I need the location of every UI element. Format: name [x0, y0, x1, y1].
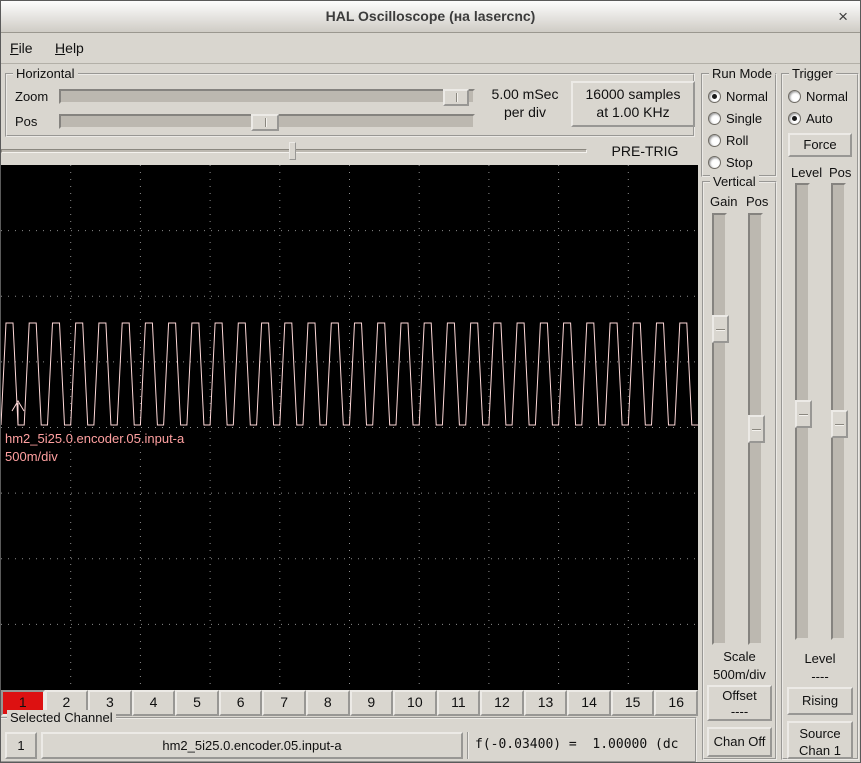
source-button[interactable]: Source Chan 1 [787, 721, 853, 759]
channel-button-14[interactable]: 14 [567, 690, 611, 716]
radio-label: Single [726, 111, 763, 126]
gain-slider-handle[interactable] [712, 315, 729, 343]
force-button[interactable]: Force [788, 133, 852, 157]
channel-button-9[interactable]: 9 [349, 690, 394, 716]
pos-slider-handle[interactable] [251, 114, 279, 131]
level-value: ---- [811, 669, 829, 684]
channel-button-7[interactable]: 7 [262, 690, 306, 716]
scope-channel-scale: 500m/div [5, 449, 58, 464]
radio-label: Roll [726, 133, 749, 148]
trigger-level-slider-handle[interactable] [795, 400, 812, 428]
zoom-slider-handle[interactable] [443, 89, 469, 106]
runmode-radio-normal[interactable]: Normal [708, 89, 768, 104]
scope-display: hm2_5i25.0.encoder.05.input-a 500m/div [1, 165, 698, 690]
vertical-frame-label: Vertical [710, 174, 759, 189]
chan-off-button[interactable]: Chan Off [707, 727, 772, 757]
gain-slider[interactable] [712, 213, 729, 645]
vertical-pos-slider-handle[interactable] [748, 415, 765, 443]
channel-button-15[interactable]: 15 [610, 690, 655, 716]
titlebar: HAL Oscilloscope (на lasercnc) × [1, 1, 860, 33]
time-per-div: 5.00 mSec per div [481, 83, 569, 121]
radio-label: Auto [806, 111, 833, 126]
trigger-pos-slider-handle[interactable] [831, 410, 848, 438]
trigger-radio-normal[interactable]: Normal [788, 89, 848, 104]
runmode-radio-stop[interactable]: Stop [708, 155, 753, 170]
radio-icon[interactable] [708, 112, 721, 125]
radio-icon[interactable] [788, 112, 801, 125]
horizontal-frame: Horizontal Zoom Pos 5.00 mSec per div 16… [5, 66, 695, 137]
close-icon[interactable]: × [838, 1, 848, 32]
zoom-label: Zoom [15, 89, 49, 104]
samples-line1: 16000 samples [585, 86, 681, 102]
radio-icon[interactable] [708, 90, 721, 103]
time-per-div-value: 5.00 mSec [491, 86, 559, 102]
channel-button-10[interactable]: 10 [393, 690, 437, 716]
samples-line2: at 1.00 KHz [596, 104, 670, 120]
trigger-level-slider[interactable] [795, 183, 812, 640]
menu-file[interactable]: File [1, 34, 42, 62]
level-value-label: Level [804, 651, 836, 666]
offset-line2: ---- [730, 704, 749, 719]
runmode-radio-single[interactable]: Single [708, 111, 762, 126]
channel-button-4[interactable]: 4 [131, 690, 176, 716]
channel-button-8[interactable]: 8 [305, 690, 350, 716]
channel-button-6[interactable]: 6 [218, 690, 263, 716]
channel-button-11[interactable]: 11 [436, 690, 481, 716]
scale-label: Scale [723, 649, 756, 664]
runmode-frame-label: Run Mode [709, 66, 775, 81]
samples-button[interactable]: 16000 samples at 1.00 KHz [571, 81, 695, 127]
channel-button-12[interactable]: 12 [480, 690, 524, 716]
window-title: HAL Oscilloscope (на lasercnc) [325, 8, 536, 24]
pos-label: Pos [15, 114, 38, 129]
runmode-radio-roll[interactable]: Roll [708, 133, 748, 148]
vpos-label: Pos [746, 194, 769, 209]
selected-channel-frame-label: Selected Channel [7, 710, 116, 725]
radio-icon[interactable] [708, 156, 721, 169]
selected-channel-frame: Selected Channel 1 hm2_5i25.0.encoder.05… [1, 710, 697, 762]
radio-label: Normal [806, 89, 848, 104]
pretrig-label: PRE-TRIG [611, 143, 679, 159]
trigger-frame: Trigger Normal Auto Force Level Pos Leve… [781, 66, 859, 760]
rising-button[interactable]: Rising [787, 687, 853, 715]
channel-button-5[interactable]: 5 [175, 690, 219, 716]
selected-channel-number-button[interactable]: 1 [5, 732, 37, 759]
time-per-div-label: per div [503, 104, 547, 120]
horizontal-frame-label: Horizontal [13, 66, 78, 81]
selected-channel-name-button[interactable]: hm2_5i25.0.encoder.05.input-a [41, 732, 463, 759]
scale-value: 500m/div [713, 667, 766, 682]
radio-label: Normal [726, 89, 768, 104]
radio-icon[interactable] [788, 90, 801, 103]
menu-help[interactable]: Help [46, 34, 93, 62]
runmode-frame: Run Mode Normal Single Roll Stop [701, 66, 777, 177]
pretrig-slider[interactable] [1, 142, 587, 160]
radio-icon[interactable] [708, 134, 721, 147]
scope-channel-name: hm2_5i25.0.encoder.05.input-a [5, 431, 185, 446]
channel-button-16[interactable]: 16 [654, 690, 698, 716]
gain-label: Gain [710, 194, 738, 209]
scope-canvas [1, 165, 698, 690]
offset-button[interactable]: Offset ---- [707, 685, 772, 721]
trigger-radio-auto[interactable]: Auto [788, 111, 833, 126]
source-line2: Chan 1 [799, 743, 841, 758]
app-window: HAL Oscilloscope (на lasercnc) × File He… [0, 0, 861, 763]
menubar: File Help [1, 34, 860, 64]
trigger-level-label: Level [791, 165, 823, 180]
trigger-frame-label: Trigger [789, 66, 836, 81]
pretrig-handle[interactable] [289, 142, 296, 160]
trigger-pos-slider[interactable] [831, 183, 848, 640]
vertical-pos-slider[interactable] [748, 213, 765, 645]
source-line1: Source [799, 726, 841, 741]
pos-slider[interactable] [59, 114, 475, 131]
channel-button-13[interactable]: 13 [523, 690, 568, 716]
channel-value-readout: f(-0.03400) = 1.00000 (dc [467, 732, 679, 759]
zoom-slider[interactable] [59, 89, 475, 106]
offset-line1: Offset [722, 688, 757, 703]
vertical-frame: Vertical Gain Pos Scale 500m/div Offset … [702, 174, 777, 760]
radio-label: Stop [726, 155, 753, 170]
trigger-pos-label: Pos [829, 165, 852, 180]
